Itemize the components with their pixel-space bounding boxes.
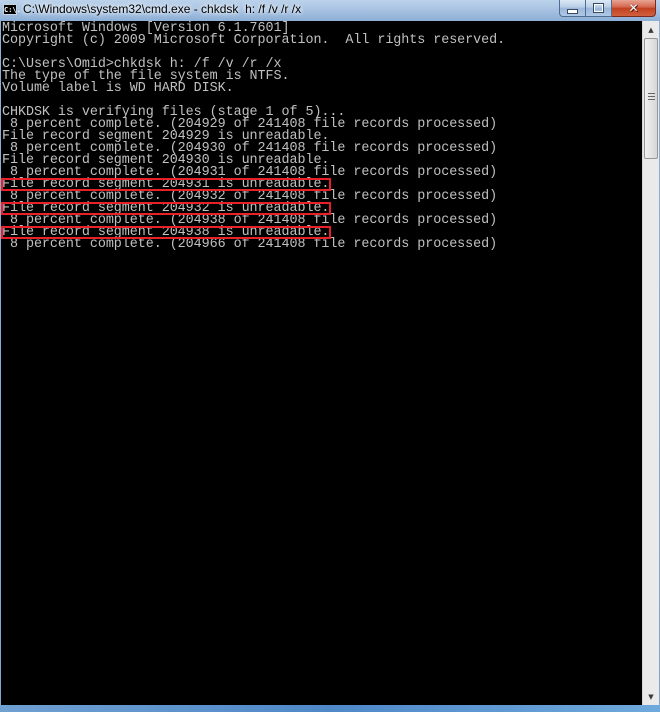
minimize-icon (567, 8, 578, 14)
window-title: C:\Windows\system32\cmd.exe - chkdsk h: … (23, 2, 302, 16)
title-bar[interactable]: C:\. C:\Windows\system32\cmd.exe - chkds… (0, 0, 660, 21)
scroll-down-arrow-icon: ▼ (648, 692, 654, 701)
restore-button[interactable] (586, 0, 612, 17)
minimize-button[interactable] (559, 0, 586, 17)
console-output-area[interactable]: Microsoft Windows [Version 6.1.7601] Copy… (1, 21, 642, 705)
cmd-app-icon[interactable]: C:\. (3, 4, 21, 15)
close-button[interactable]: ✕ (612, 0, 656, 17)
scroll-down-button[interactable]: ▼ (643, 688, 659, 705)
vertical-scrollbar[interactable]: ▲ ▼ (642, 21, 659, 705)
highlight-box (1, 226, 331, 239)
scrollbar-thumb[interactable] (644, 38, 658, 159)
thumb-grip-icon (648, 93, 655, 102)
highlight-box (1, 178, 331, 191)
console-line: Volume label is WD HARD DISK. (2, 81, 234, 96)
console-line: 8 percent complete. (204966 of 241408 fi… (2, 237, 498, 252)
cmd-window: C:\. C:\Windows\system32\cmd.exe - chkds… (0, 0, 660, 712)
highlight-box (1, 202, 331, 215)
restore-icon (593, 3, 604, 13)
scroll-up-button[interactable]: ▲ (643, 21, 659, 38)
window-bottom-border (0, 705, 660, 712)
console-text: Microsoft Windows [Version 6.1.7601] Copy… (1, 22, 506, 252)
caption-buttons: ✕ (559, 0, 656, 17)
close-icon: ✕ (628, 1, 639, 15)
scroll-up-arrow-icon: ▲ (648, 25, 654, 34)
console-line: Copyright (c) 2009 Microsoft Corporation… (2, 33, 506, 48)
